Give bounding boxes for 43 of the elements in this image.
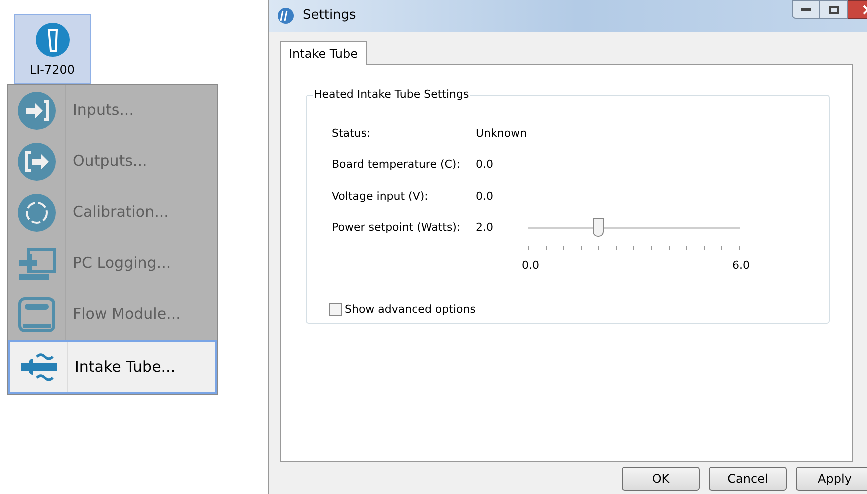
power-slider[interactable] — [528, 218, 740, 238]
menu-item[interactable]: Intake Tube... — [8, 340, 217, 394]
field-value: Unknown — [476, 126, 528, 142]
tick-mark — [546, 246, 547, 250]
field-label: Power setpoint (Watts): — [332, 220, 462, 236]
field-label: Voltage input (V): — [332, 188, 430, 204]
dialog-button[interactable]: OK — [622, 467, 700, 491]
minimize-button[interactable] — [792, 0, 820, 19]
tick-mark — [616, 246, 617, 250]
checkbox[interactable] — [329, 303, 342, 316]
slider-max-label: 6.0 — [732, 258, 750, 274]
tick-mark — [633, 246, 634, 250]
device-icon — [36, 23, 70, 57]
tick-mark — [563, 246, 564, 250]
field-label: Board temperature (C): — [332, 157, 462, 173]
slider-thumb[interactable] — [592, 218, 604, 238]
tab[interactable]: Intake Tube — [280, 41, 368, 65]
slider-min-label: 0.0 — [522, 258, 540, 274]
group-title: Heated Intake Tube Settings — [313, 88, 470, 102]
advanced-checkbox[interactable]: Show advanced options — [329, 302, 829, 318]
window-title: Settings — [303, 7, 356, 26]
module-icon — [16, 294, 56, 334]
tick-mark — [686, 246, 688, 250]
enter-icon — [16, 90, 56, 130]
tick-mark — [598, 246, 600, 250]
device-button[interactable]: LI-7200 — [14, 14, 91, 84]
tick-mark — [738, 246, 740, 250]
tick-mark — [651, 246, 652, 250]
tick-mark — [721, 246, 722, 250]
exit-icon — [16, 142, 56, 182]
tick-mark — [528, 246, 529, 250]
field-value: 0.0 — [476, 157, 494, 173]
tick-mark — [704, 246, 705, 250]
dialog-button[interactable]: Cancel — [709, 467, 787, 491]
dialog-button[interactable]: Apply — [796, 467, 867, 491]
tick-mark — [668, 246, 670, 250]
field-label: Status: — [332, 126, 372, 142]
field-value: 0.0 — [476, 188, 494, 204]
app-icon — [277, 7, 295, 25]
tick-mark — [580, 246, 582, 250]
ring-icon — [16, 192, 56, 232]
field-value: 2.0 — [476, 220, 494, 236]
maximize-button[interactable] — [820, 0, 848, 19]
